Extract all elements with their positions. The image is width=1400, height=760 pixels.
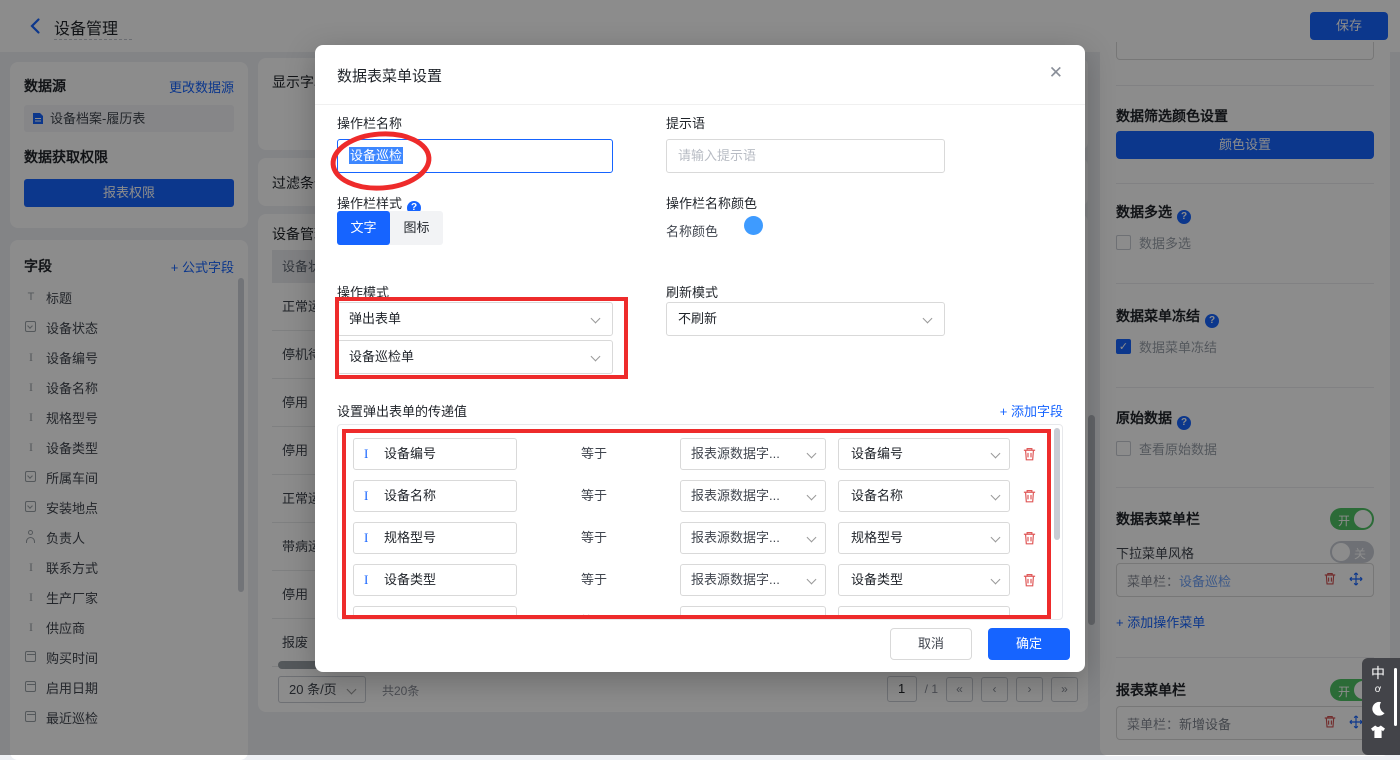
delete-icon[interactable]	[1022, 488, 1037, 509]
delete-icon[interactable]	[1022, 446, 1037, 467]
close-icon[interactable]: ✕	[1049, 63, 1063, 83]
chevron-down-icon	[991, 575, 1001, 585]
confirm-button[interactable]: 确定	[988, 628, 1070, 660]
transfer-row: I规格型号 等于 报表源数据字... 规格型号	[338, 522, 1062, 554]
source-select[interactable]	[680, 606, 826, 620]
floating-toolbar: 中 ơ	[1362, 658, 1400, 755]
transfer-row: I 等于	[338, 606, 1062, 620]
dialog-title: 数据表菜单设置	[337, 65, 442, 86]
tip-input[interactable]: 请输入提示语	[666, 139, 945, 173]
tab-text[interactable]: 文字	[337, 211, 390, 245]
chevron-down-icon	[591, 314, 601, 324]
shirt-icon[interactable]	[1362, 724, 1394, 745]
field-name-input[interactable]: I规格型号	[353, 522, 517, 554]
action-mode-select[interactable]: 弹出表单	[337, 302, 613, 336]
chevron-down-icon	[591, 352, 601, 362]
operator-label: 等于	[581, 522, 607, 554]
selected-text: 设备巡检	[349, 147, 403, 164]
action-name-label: 操作栏名称	[337, 113, 402, 132]
operator-label: 等于	[581, 438, 607, 470]
delete-icon[interactable]	[1022, 530, 1037, 551]
field-name-input[interactable]: I设备名称	[353, 480, 517, 512]
target-select[interactable]: 设备编号	[838, 438, 1010, 470]
text-field-icon: I	[364, 565, 368, 595]
delete-icon[interactable]	[1022, 572, 1037, 593]
target-select[interactable]: 设备类型	[838, 564, 1010, 596]
source-select[interactable]: 报表源数据字...	[680, 480, 826, 512]
refresh-mode-select[interactable]: 不刷新	[666, 302, 945, 336]
chevron-down-icon	[807, 575, 817, 585]
target-select[interactable]: 设备名称	[838, 480, 1010, 512]
chevron-down-icon	[807, 449, 817, 459]
add-field-link[interactable]: + 添加字段	[1000, 401, 1063, 420]
refresh-mode-label: 刷新模式	[666, 282, 718, 301]
color-name-label: 名称颜色	[666, 221, 718, 240]
widget-scrollbar[interactable]	[1394, 668, 1397, 726]
chevron-down-icon	[807, 533, 817, 543]
source-select[interactable]: 报表源数据字...	[680, 564, 826, 596]
source-select[interactable]: 报表源数据字...	[680, 522, 826, 554]
action-mode-label: 操作模式	[337, 282, 389, 301]
source-select[interactable]: 报表源数据字...	[680, 438, 826, 470]
tab-icon[interactable]: 图标	[390, 211, 443, 245]
transfer-row: I设备名称 等于 报表源数据字... 设备名称	[338, 480, 1062, 512]
text-field-icon: I	[364, 481, 368, 511]
transfer-row: I设备类型 等于 报表源数据字... 设备类型	[338, 564, 1062, 596]
chevron-down-icon	[991, 617, 1001, 620]
delete-icon[interactable]	[1022, 614, 1037, 620]
table-menu-settings-dialog: 数据表菜单设置 ✕ 操作栏名称 设备巡检 提示语 请输入提示语 操作栏样式? 文…	[315, 45, 1085, 672]
tip-label: 提示语	[666, 113, 705, 132]
text-field-icon: I	[364, 523, 368, 553]
transfer-value-list: I设备编号等于报表源数据字...设备编号I设备名称等于报表源数据字...设备名称…	[337, 424, 1063, 620]
chevron-down-icon	[991, 533, 1001, 543]
field-name-input[interactable]: I设备编号	[353, 438, 517, 470]
cancel-button[interactable]: 取消	[890, 628, 972, 660]
moon-icon[interactable]	[1362, 700, 1394, 722]
chevron-down-icon	[923, 314, 933, 324]
action-name-input[interactable]: 设备巡检	[337, 139, 613, 173]
operator-label: 等于	[581, 480, 607, 512]
field-name-input[interactable]: I设备类型	[353, 564, 517, 596]
color-swatch[interactable]	[744, 216, 763, 235]
transfer-row: I设备编号 等于 报表源数据字... 设备编号	[338, 438, 1062, 470]
transfer-values-label: 设置弹出表单的传递值	[337, 401, 467, 420]
operator-label: 等于	[581, 564, 607, 596]
chevron-down-icon	[807, 617, 817, 620]
text-field-icon: I	[364, 439, 368, 469]
name-color-label: 操作栏名称颜色	[666, 193, 757, 212]
field-name-input[interactable]: I	[353, 606, 517, 620]
text-field-icon: I	[364, 607, 368, 620]
style-segment: 文字 图标	[337, 211, 443, 245]
chevron-down-icon	[807, 491, 817, 501]
language-icon[interactable]: 中	[1362, 663, 1394, 683]
mini-toggle-icon[interactable]: ơ	[1362, 684, 1394, 695]
popup-form-select[interactable]: 设备巡检单	[337, 340, 613, 374]
target-select[interactable]: 规格型号	[838, 522, 1010, 554]
target-select[interactable]	[838, 606, 1010, 620]
chevron-down-icon	[991, 491, 1001, 501]
chevron-down-icon	[991, 449, 1001, 459]
operator-label: 等于	[581, 606, 607, 620]
